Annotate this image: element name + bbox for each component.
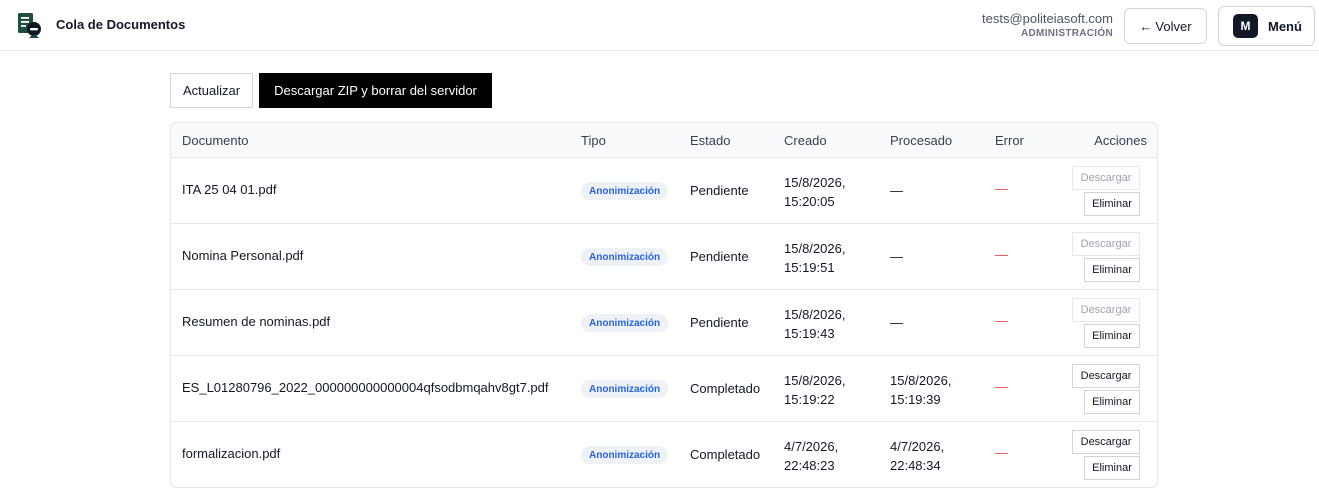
error-value: — [995, 247, 1008, 262]
download-button[interactable]: Descargar [1072, 166, 1140, 190]
status-text: Pendiente [690, 315, 749, 330]
user-email: tests@politeiasoft.com [982, 11, 1113, 26]
created-time: 15:19:22 [784, 392, 835, 407]
processed-date: 4/7/2026, [890, 439, 945, 454]
created-time: 15:19:51 [784, 260, 835, 275]
table-row: formalizacion.pdf Anonimización Completado… [171, 422, 1157, 487]
download-button[interactable]: Descargar [1072, 298, 1140, 322]
column-header-tipo: Tipo [581, 133, 606, 148]
error-value: — [995, 445, 1008, 460]
created-timestamp: 15/8/2026, 15:19:51 [784, 239, 845, 277]
table-row: Nomina Personal.pdf Anonimización Pendient… [171, 224, 1157, 290]
created-date: 15/8/2026, [784, 241, 846, 256]
type-badge: Anonimización [581, 248, 669, 266]
created-time: 15:20:05 [784, 194, 835, 209]
column-header-acciones: Acciones [1094, 133, 1147, 148]
download-button[interactable]: Descargar [1072, 232, 1140, 256]
menu-button[interactable]: M Menú [1218, 6, 1315, 46]
column-header-procesado: Procesado [890, 133, 953, 148]
user-info: tests@politeiasoft.com ADMINISTRACIÓN [982, 11, 1113, 40]
delete-button[interactable]: Eliminar [1084, 192, 1140, 216]
arrow-left-icon: ← [1139, 18, 1153, 34]
download-button[interactable]: Descargar [1072, 364, 1140, 388]
delete-button[interactable]: Eliminar [1084, 456, 1140, 480]
processed-date: — [890, 315, 903, 330]
created-time: 15:19:43 [784, 326, 835, 341]
created-timestamp: 4/7/2026, 22:48:23 [784, 437, 838, 475]
table-row: ES_L01280796_2022_000000000000004qfsodbm… [171, 356, 1157, 422]
error-value: — [995, 313, 1008, 328]
delete-button[interactable]: Eliminar [1084, 324, 1140, 348]
created-timestamp: 15/8/2026, 15:20:05 [784, 173, 845, 211]
documents-table: Documento Tipo Estado Creado Procesado E… [170, 122, 1158, 488]
table-row: Resumen de nominas.pdf Anonimización Pendi… [171, 290, 1157, 356]
document-name: Nomina Personal.pdf [182, 248, 304, 263]
status-text: Completado [690, 447, 761, 462]
processed-timestamp: — [890, 181, 903, 200]
type-badge: Anonimización [581, 446, 669, 464]
column-header-estado: Estado [690, 133, 731, 148]
back-button-label: Volver [1155, 18, 1192, 34]
avatar: M [1233, 14, 1258, 38]
type-badge: Anonimización [581, 314, 669, 332]
created-time: 22:48:23 [784, 458, 835, 473]
column-header-documento: Documento [182, 133, 249, 148]
document-agent-icon [18, 13, 41, 38]
back-button[interactable]: ← Volver [1124, 8, 1207, 44]
download-button[interactable]: Descargar [1072, 430, 1140, 454]
processed-timestamp: — [890, 247, 903, 266]
status-text: Pendiente [690, 183, 749, 198]
processed-date: — [890, 183, 903, 198]
refresh-button[interactable]: Actualizar [170, 73, 253, 108]
created-date: 15/8/2026, [784, 373, 846, 388]
created-date: 15/8/2026, [784, 307, 846, 322]
status-text: Pendiente [690, 249, 749, 264]
menu-button-label: Menú [1268, 18, 1302, 34]
created-timestamp: 15/8/2026, 15:19:43 [784, 305, 845, 343]
column-header-error: Error [995, 133, 1024, 148]
type-badge: Anonimización [581, 182, 669, 200]
processed-date: 15/8/2026, [890, 373, 952, 388]
user-role: ADMINISTRACIÓN [1021, 28, 1113, 39]
column-header-creado: Creado [784, 133, 827, 148]
status-text: Completado [690, 381, 761, 396]
document-name: formalizacion.pdf [182, 446, 281, 461]
created-date: 4/7/2026, [784, 439, 839, 454]
created-timestamp: 15/8/2026, 15:19:22 [784, 371, 845, 409]
processed-timestamp: — [890, 313, 903, 332]
document-name: ITA 25 04 01.pdf [182, 182, 277, 197]
delete-button[interactable]: Eliminar [1084, 258, 1140, 282]
download-zip-button[interactable]: Descargar ZIP y borrar del servidor [259, 73, 492, 108]
table-row: ITA 25 04 01.pdf Anonimización Pendiente 15… [171, 158, 1157, 224]
processed-timestamp: 15/8/2026, 15:19:39 [890, 371, 951, 409]
type-badge: Anonimización [581, 380, 669, 398]
processed-timestamp: 4/7/2026, 22:48:34 [890, 437, 944, 475]
processed-time: 22:48:34 [890, 458, 941, 473]
page-title: Cola de Documentos [56, 17, 186, 32]
created-date: 15/8/2026, [784, 175, 846, 190]
processed-time: 15:19:39 [890, 392, 941, 407]
app-header: Cola de Documentos tests@politeiasoft.co… [0, 0, 1319, 51]
error-value: — [995, 181, 1008, 196]
document-name: ES_L01280796_2022_000000000000004qfsodbm… [182, 380, 549, 395]
delete-button[interactable]: Eliminar [1084, 390, 1140, 414]
error-value: — [995, 379, 1008, 394]
processed-date: — [890, 249, 903, 264]
table-header: Documento Tipo Estado Creado Procesado E… [171, 123, 1157, 158]
document-name: Resumen de nominas.pdf [182, 314, 331, 329]
